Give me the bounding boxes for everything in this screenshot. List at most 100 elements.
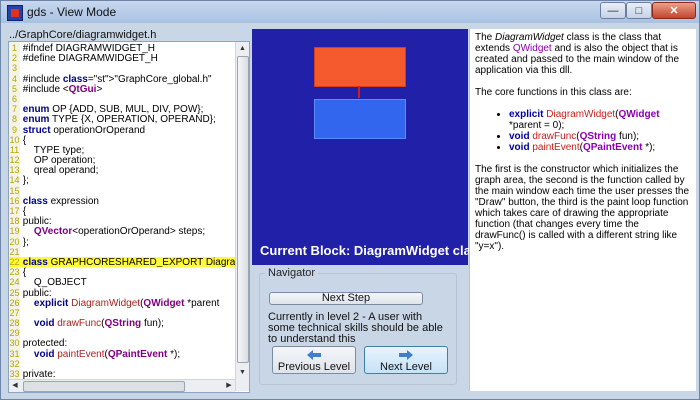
scroll-down-arrow-icon[interactable]: ▼ xyxy=(236,366,249,379)
minimize-button[interactable]: — xyxy=(600,2,626,19)
line-number: 3 xyxy=(11,63,17,74)
line-number: 13 xyxy=(9,165,20,176)
code-line: 14 }; xyxy=(9,175,235,186)
arrow-right-icon xyxy=(399,350,413,360)
line-number: 27 xyxy=(9,307,20,318)
line-number: 12 xyxy=(9,155,20,166)
close-button[interactable]: ✕ xyxy=(652,2,696,19)
diagram-block-current xyxy=(314,99,406,139)
line-number: 32 xyxy=(9,358,20,369)
code-line: 20 }; xyxy=(9,236,235,248)
code-line: 23 { xyxy=(9,267,235,278)
code-line: 24 Q_OBJECT xyxy=(9,277,235,288)
code-vertical-scroll-thumb[interactable] xyxy=(237,56,249,363)
code-line: 29 xyxy=(9,328,235,338)
line-number: 24 xyxy=(9,277,20,288)
code-horizontal-scroll-thumb[interactable] xyxy=(23,381,185,392)
line-number: 28 xyxy=(9,318,20,329)
code-line: 17 { xyxy=(9,206,235,217)
code-line: 10 { xyxy=(9,134,235,146)
navigator-legend: Navigator xyxy=(265,267,319,279)
line-number: 16 xyxy=(9,195,20,206)
arrow-left-icon xyxy=(307,350,321,360)
line-number: 9 xyxy=(11,124,17,135)
title-bar[interactable]: gds - View Mode — □ ✕ xyxy=(1,1,699,23)
next-step-button[interactable]: Next Step xyxy=(269,292,423,305)
code-line: 12 OP operation; xyxy=(9,155,235,166)
code-line: 9 struct operationOrOperand xyxy=(9,124,235,136)
doc-function-item: void drawFunc(QString fun); xyxy=(509,131,689,142)
code-line: 26 explicit DiagramWidget(QWidget *paren… xyxy=(9,297,235,309)
line-number: 11 xyxy=(9,144,20,155)
doc-function-item: explicit DiagramWidget(QWidget *parent =… xyxy=(509,109,689,131)
code-line: 22 class GRAPHCORESHARED_EXPORT DiagramW… xyxy=(9,256,249,268)
line-number: 17 xyxy=(9,206,20,216)
line-number: 8 xyxy=(11,114,17,125)
line-number: 10 xyxy=(9,134,20,145)
documentation-text: The DiagramWidget class is the class tha… xyxy=(475,32,689,263)
line-number: 26 xyxy=(9,297,20,308)
scroll-left-arrow-icon[interactable]: ◀ xyxy=(9,380,21,392)
code-line: 8 enum TYPE {X, OPERATION, OPERAND}; xyxy=(9,114,235,125)
code-line: 11 TYPE type; xyxy=(9,144,235,156)
source-file-path: ../GraphCore/diagramwidget.h xyxy=(9,29,157,41)
code-line: 4 #include class="st">"GraphCore_global.… xyxy=(9,73,235,85)
previous-level-button[interactable]: Previous Level xyxy=(272,346,356,374)
code-line: 32 xyxy=(9,359,235,369)
line-number: 15 xyxy=(9,185,20,196)
previous-level-label: Previous Level xyxy=(277,361,351,373)
scroll-right-arrow-icon[interactable]: ▶ xyxy=(223,380,235,392)
code-line: 25 public: xyxy=(9,287,235,299)
code-line: 6 xyxy=(9,94,235,104)
line-number: 25 xyxy=(9,287,20,298)
line-number: 1 xyxy=(11,43,17,53)
line-number: 20 xyxy=(9,236,20,247)
code-line: 27 xyxy=(9,308,235,318)
code-line: 15 xyxy=(9,186,235,196)
code-line: 16 class expression xyxy=(9,195,235,207)
maximize-button[interactable]: □ xyxy=(626,2,652,19)
doc-function-list: explicit DiagramWidget(QWidget *parent =… xyxy=(475,109,689,153)
code-line: 19 QVector<operationOrOperand> steps; xyxy=(9,226,235,237)
code-line: 21 xyxy=(9,247,235,257)
code-horizontal-scrollbar[interactable]: ◀ ▶ xyxy=(9,379,235,392)
code-line: 2 #define DIAGRAMWIDGET_H xyxy=(9,53,235,64)
diagram-connector xyxy=(358,86,360,98)
line-number: 29 xyxy=(9,328,20,339)
app-window: gds - View Mode — □ ✕ ../GraphCore/diagr… xyxy=(0,0,700,400)
doc-paragraph-core: The core functions in this class are: xyxy=(475,87,632,98)
code-line: 28 void drawFunc(QString fun); xyxy=(9,318,235,329)
doc-paragraph-intro: The DiagramWidget class is the class tha… xyxy=(475,32,680,76)
line-number: 14 xyxy=(9,175,20,186)
code-line: 30 protected: xyxy=(9,338,235,349)
diagram-preview: Current Block: DiagramWidget class xyxy=(252,29,485,265)
current-block-label: Current Block: DiagramWidget class xyxy=(260,243,486,258)
line-number: 33 xyxy=(9,369,20,379)
line-number: 6 xyxy=(11,93,17,104)
code-line: 31 void paintEvent(QPaintEvent *); xyxy=(9,348,235,360)
line-number: 31 xyxy=(9,348,20,359)
line-number: 18 xyxy=(9,216,20,227)
line-number: 2 xyxy=(11,53,17,64)
diagram-block-parent xyxy=(314,47,406,87)
code-line: 18 public: xyxy=(9,216,235,227)
doc-function-item: void paintEvent(QPaintEvent *); xyxy=(509,142,689,153)
line-number: 4 xyxy=(11,73,17,84)
line-number: 22 xyxy=(9,256,20,267)
line-number: 30 xyxy=(9,338,20,349)
doc-paragraph-details: The first is the constructor which initi… xyxy=(475,164,689,252)
code-vertical-scrollbar[interactable]: ▲ ▼ xyxy=(235,42,249,391)
code-line: 33 private: xyxy=(9,369,235,380)
code-line: 1 #ifndef DIAGRAMWIDGET_H xyxy=(9,43,235,54)
scroll-up-arrow-icon[interactable]: ▲ xyxy=(236,42,249,55)
code-line: 7 enum OP {ADD, SUB, MUL, DIV, POW}; xyxy=(9,104,235,115)
next-level-label: Next Level xyxy=(380,361,432,373)
code-line: 5 #include <QtGui> xyxy=(9,84,235,95)
level-description: Currently in level 2 - A user with some … xyxy=(268,311,443,345)
next-level-button[interactable]: Next Level xyxy=(364,346,448,374)
code-viewer[interactable]: 1 #ifndef DIAGRAMWIDGET_H 2 #define DIAGR… xyxy=(8,41,250,393)
line-number: 23 xyxy=(9,267,20,278)
code-line: 3 xyxy=(9,63,235,73)
line-number: 7 xyxy=(11,104,17,115)
window-title: gds - View Mode xyxy=(27,5,117,19)
